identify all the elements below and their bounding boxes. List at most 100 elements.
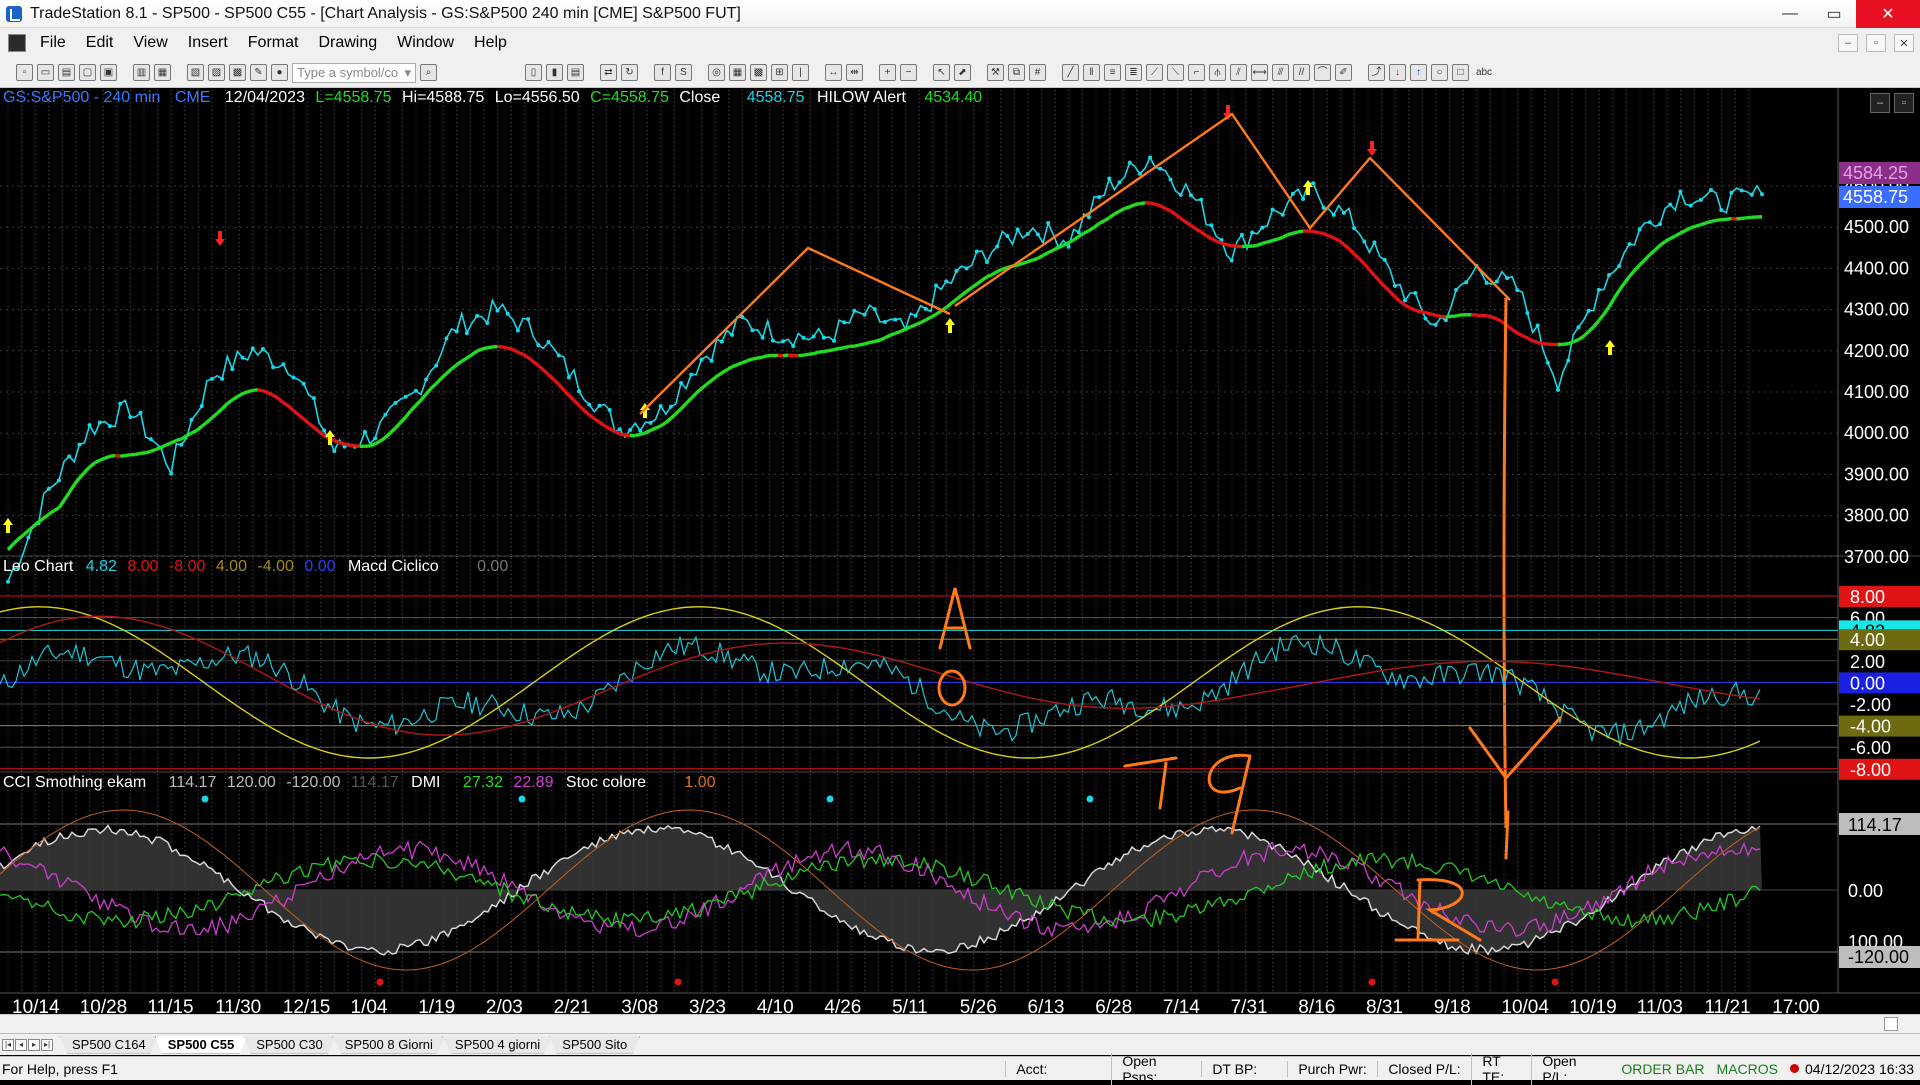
uptrend-average-segment (758, 357, 763, 358)
macros-button[interactable]: MACROS (1711, 1061, 1784, 1077)
andrews-pitchfork-icon[interactable]: ⫛ (1209, 64, 1226, 81)
text-tool-icon[interactable]: abc (1473, 64, 1495, 81)
fib-extension-icon[interactable]: ⌐ (1188, 64, 1205, 81)
candlestick-icon[interactable]: ▮ (546, 64, 563, 81)
order-bar-icon[interactable]: | (792, 64, 809, 81)
horizontal-lines-icon[interactable]: ≡ (1104, 64, 1121, 81)
horizontal-scrollbar[interactable] (0, 1014, 1920, 1033)
radar-icon[interactable]: ◎ (708, 64, 725, 81)
menu-help[interactable]: Help (464, 34, 517, 52)
zoom-in-icon[interactable]: + (879, 64, 896, 81)
color-icon[interactable]: ● (271, 64, 288, 81)
grid-icon[interactable]: # (1029, 64, 1046, 81)
mdi-close-button[interactable]: ✕ (1894, 34, 1914, 52)
speed-lines-icon[interactable]: ⟍ (1167, 64, 1184, 81)
scanner-icon[interactable]: ⊞ (771, 64, 788, 81)
tab-sp500-sito[interactable]: SP500 Sito (549, 1036, 640, 1054)
chart-minimize-button[interactable]: – (1870, 93, 1890, 113)
format-icon[interactable]: ▧ (187, 64, 204, 81)
menu-format[interactable]: Format (238, 34, 309, 52)
tools-icon[interactable]: ⚒ (987, 64, 1004, 81)
menu-window[interactable]: Window (387, 34, 464, 52)
tab-first-icon[interactable]: |◂ (2, 1039, 14, 1051)
uptrend-average-segment (1589, 327, 1594, 332)
tab-sp500-c55[interactable]: SP500 C55 (155, 1036, 248, 1054)
chevron-down-icon[interactable]: ▾ (404, 65, 411, 81)
open-workspace-icon[interactable]: ▤ (58, 64, 75, 81)
tab-sp500-c164[interactable]: SP500 C164 (59, 1036, 159, 1054)
zoom-out-icon[interactable]: − (900, 64, 917, 81)
uptrend-average-segment (217, 409, 222, 414)
price-header-close-price: 4558.75 (747, 89, 805, 106)
ellipse-icon[interactable]: ○ (1431, 64, 1448, 81)
fibonacci-icon[interactable]: ≣ (1125, 64, 1142, 81)
mdi-restore-button[interactable]: ▫ (1866, 34, 1886, 52)
tab-sp500-c30[interactable]: SP500 C30 (243, 1036, 336, 1054)
order-bar-button[interactable]: ORDER BAR (1615, 1061, 1710, 1077)
chart-restore-button[interactable]: ▫ (1894, 93, 1914, 113)
insert-indicator-icon[interactable]: f (654, 64, 671, 81)
compress-horizontal-icon[interactable]: ⇹ (846, 64, 863, 81)
format-window-icon[interactable]: ⧉ (1008, 64, 1025, 81)
menu-view[interactable]: View (123, 34, 177, 52)
arrow-down-icon[interactable]: ↓ (1389, 64, 1406, 81)
tab-next-icon[interactable]: ▸ (28, 1039, 40, 1051)
close-button[interactable]: ✕ (1856, 0, 1920, 28)
price-point (1118, 180, 1122, 184)
pen-icon[interactable]: ✐ (1335, 64, 1352, 81)
tab-last-icon[interactable]: ▸| (41, 1039, 53, 1051)
price-series-points (6, 156, 1764, 584)
parallel-lines-icon[interactable]: ⫻ (1272, 64, 1289, 81)
chart-area[interactable]: 4600.004500.004400.004300.004200.004100.… (0, 88, 1920, 1033)
trendline-icon[interactable]: ╱ (1062, 64, 1079, 81)
link-icon[interactable]: ⇄ (600, 64, 617, 81)
bar-chart-icon[interactable]: ▯ (525, 64, 542, 81)
open-folder-icon[interactable]: ▭ (37, 64, 54, 81)
new-window-icon[interactable]: ▢ (79, 64, 96, 81)
save-icon[interactable]: ▣ (100, 64, 117, 81)
chart-window-icon[interactable]: ▩ (750, 64, 767, 81)
expand-horizontal-icon[interactable]: ↔ (825, 64, 842, 81)
chart-trade-icon[interactable]: ⬈ (954, 64, 971, 81)
curve-icon[interactable]: ⤴ (1368, 64, 1385, 81)
tab-prev-icon[interactable]: ◂ (15, 1039, 27, 1051)
downtrend-average-segment (1324, 233, 1329, 235)
new-file-icon[interactable]: ▫ (16, 64, 33, 81)
regression-channel-icon[interactable]: ⫽ (1230, 64, 1247, 81)
menu-edit[interactable]: Edit (76, 34, 124, 52)
gann-fan-icon[interactable]: ⟋ (1146, 64, 1163, 81)
insert-strategy-icon[interactable]: S (675, 64, 692, 81)
downtrend-average-segment (564, 390, 569, 395)
matrix-icon[interactable]: ▦ (729, 64, 746, 81)
print-preview-icon[interactable]: ▥ (133, 64, 150, 81)
arrow-up-icon[interactable]: ↑ (1410, 64, 1427, 81)
rectangle-icon[interactable]: □ (1452, 64, 1469, 81)
scrollbar-thumb[interactable] (1884, 1017, 1898, 1031)
menu-file[interactable]: File (30, 34, 76, 52)
lock-icon[interactable]: ▩ (229, 64, 246, 81)
print-icon[interactable]: ▦ (154, 64, 171, 81)
menu-drawing[interactable]: Drawing (308, 34, 387, 52)
pointer-icon[interactable]: ↖ (933, 64, 950, 81)
refresh-icon[interactable]: ↻ (621, 64, 638, 81)
arc-icon[interactable]: ⌒ (1314, 64, 1331, 81)
symbol-input[interactable]: Type a symbol/co ▾ (292, 63, 416, 83)
minimize-button[interactable]: — (1768, 0, 1812, 28)
draw-icon[interactable]: ✎ (250, 64, 267, 81)
uptrend-average-segment (232, 397, 237, 400)
menu-insert[interactable]: Insert (178, 34, 238, 52)
chart-document-icon[interactable] (8, 34, 26, 52)
horizontal-ray-icon[interactable]: ⟷ (1251, 64, 1268, 81)
maximize-button[interactable]: ▭ (1812, 0, 1856, 28)
downtrend-average-segment (1492, 317, 1497, 319)
tab-sp500-8-giorni[interactable]: SP500 8 Giorni (332, 1036, 446, 1054)
insert-window-icon[interactable]: ▨ (208, 64, 225, 81)
symbol-lookup-icon[interactable]: ⌕ (420, 64, 437, 81)
parallel-channel-icon[interactable]: // (1293, 64, 1310, 81)
vertical-lines-icon[interactable]: ‖ (1083, 64, 1100, 81)
uptrend-average-segment (752, 358, 757, 359)
mdi-minimize-button[interactable]: – (1838, 34, 1858, 52)
data-window-icon[interactable]: ▤ (567, 64, 584, 81)
tab-sp500-4-giorni[interactable]: SP500 4 giorni (442, 1036, 553, 1054)
chart-canvas[interactable]: 4600.004500.004400.004300.004200.004100.… (0, 88, 1920, 1013)
